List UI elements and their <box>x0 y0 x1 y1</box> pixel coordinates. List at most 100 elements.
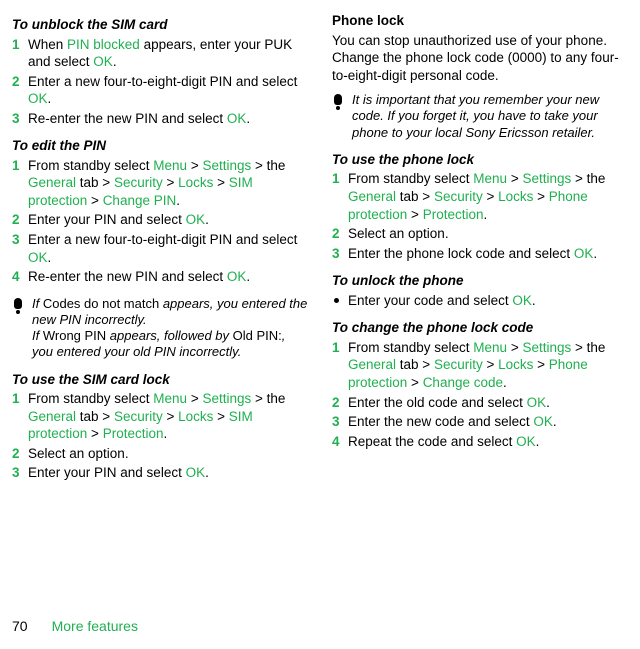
ui-term: Change code <box>423 375 503 390</box>
steps-use-phone-lock: 1 From standby select Menu > Settings > … <box>332 170 628 262</box>
ui-term: Settings <box>202 391 251 406</box>
note-text: It is important that you remember your n… <box>352 92 628 141</box>
note-remember-code: It is important that you remember your n… <box>332 92 628 141</box>
step-text: From standby select Menu > Settings > th… <box>28 158 285 208</box>
step-text: When PIN blocked appears, enter your PUK… <box>28 37 292 70</box>
step-text: Select an option. <box>28 446 129 461</box>
step-text: From standby select Menu > Settings > th… <box>28 391 285 441</box>
step-number: 1 <box>332 170 340 188</box>
ui-term: OK <box>533 414 553 429</box>
step: 3 Enter the phone lock code and select O… <box>332 245 628 263</box>
ui-term: OK <box>227 111 247 126</box>
ui-term: OK <box>186 465 206 480</box>
ui-term: OK <box>186 212 206 227</box>
step-text: Repeat the code and select OK. <box>348 434 539 449</box>
step-text: Enter your PIN and select OK. <box>28 212 209 227</box>
step: 1 From standby select Menu > Settings > … <box>332 170 628 223</box>
ui-term: Change PIN <box>103 193 177 208</box>
ui-term: Menu <box>153 391 187 406</box>
step-text: Select an option. <box>348 226 449 241</box>
bullet-icon <box>334 298 339 303</box>
note-text: If Codes do not match appears, you enter… <box>32 296 308 361</box>
step-number: 2 <box>332 394 340 412</box>
step: 3 Enter a new four-to-eight-digit PIN an… <box>12 231 308 266</box>
ui-term: OK <box>28 250 48 265</box>
info-icon <box>12 296 24 361</box>
step: 4 Repeat the code and select OK. <box>332 433 628 451</box>
ui-term: Protection <box>423 207 484 222</box>
step: 3 Enter the new code and select OK. <box>332 413 628 431</box>
step-number: 1 <box>12 390 20 408</box>
heading-use-phone-lock: To use the phone lock <box>332 151 628 169</box>
heading-sim-lock: To use the SIM card lock <box>12 371 308 389</box>
step-number: 4 <box>332 433 340 451</box>
ui-term: PIN blocked <box>67 37 140 52</box>
right-column: Phone lock You can stop unauthorized use… <box>332 12 628 492</box>
step-number: 3 <box>332 245 340 263</box>
phone-lock-description: You can stop unauthorized use of your ph… <box>332 32 628 85</box>
ui-term: Settings <box>202 158 251 173</box>
step: 1 From standby select Menu > Settings > … <box>12 157 308 210</box>
step-number: 3 <box>12 231 20 249</box>
heading-edit-pin: To edit the PIN <box>12 137 308 155</box>
step: 2 Enter your PIN and select OK. <box>12 211 308 229</box>
left-column: To unblock the SIM card 1 When PIN block… <box>12 12 308 492</box>
step-text: From standby select Menu > Settings > th… <box>348 340 605 390</box>
step-number: 3 <box>12 110 20 128</box>
manual-page: To unblock the SIM card 1 When PIN block… <box>0 0 640 492</box>
ui-term: Protection <box>103 426 164 441</box>
ui-term: Settings <box>522 171 571 186</box>
ui-term: OK <box>516 434 536 449</box>
steps-change-code: 1 From standby select Menu > Settings > … <box>332 339 628 450</box>
ui-term: Security <box>434 357 483 372</box>
step-number: 3 <box>332 413 340 431</box>
ui-term: OK <box>227 269 247 284</box>
ui-term: Menu <box>153 158 187 173</box>
step: 3 Enter your PIN and select OK. <box>12 464 308 482</box>
ui-term: Security <box>434 189 483 204</box>
ui-term: OK <box>28 91 48 106</box>
bullet-step: Enter your code and select OK. <box>332 292 628 310</box>
ui-term: General <box>28 175 76 190</box>
ui-term: General <box>28 409 76 424</box>
heading-unblock-sim: To unblock the SIM card <box>12 16 308 34</box>
ui-term: General <box>348 357 396 372</box>
note-pin-mismatch: If Codes do not match appears, you enter… <box>12 296 308 361</box>
step-number: 1 <box>12 36 20 54</box>
heading-unlock-phone: To unlock the phone <box>332 272 628 290</box>
page-number: 70 <box>12 617 28 635</box>
step-text: Enter your code and select OK. <box>348 293 536 308</box>
step-number: 1 <box>12 157 20 175</box>
step: 2 Enter the old code and select OK. <box>332 394 628 412</box>
step-text: Enter a new four-to-eight-digit PIN and … <box>28 232 297 265</box>
ui-term: OK <box>574 246 594 261</box>
step-text: Enter your PIN and select OK. <box>28 465 209 480</box>
steps-sim-lock: 1 From standby select Menu > Settings > … <box>12 390 308 482</box>
step-text: Re-enter the new PIN and select OK. <box>28 269 250 284</box>
step: 1 From standby select Menu > Settings > … <box>332 339 628 392</box>
step: 3 Re-enter the new PIN and select OK. <box>12 110 308 128</box>
ui-term: Locks <box>498 189 533 204</box>
ui-term: Security <box>114 175 163 190</box>
ui-term: Locks <box>498 357 533 372</box>
ui-term: Locks <box>178 409 213 424</box>
step: 4 Re-enter the new PIN and select OK. <box>12 268 308 286</box>
step: 1 From standby select Menu > Settings > … <box>12 390 308 443</box>
page-footer: 70 More features <box>0 617 138 635</box>
ui-term: OK <box>93 54 113 69</box>
step-number: 2 <box>332 225 340 243</box>
step-text: Enter the phone lock code and select OK. <box>348 246 597 261</box>
step: 2 Select an option. <box>332 225 628 243</box>
steps-edit-pin: 1 From standby select Menu > Settings > … <box>12 157 308 286</box>
step-number: 4 <box>12 268 20 286</box>
ui-term: Locks <box>178 175 213 190</box>
info-icon <box>332 92 344 141</box>
ui-term: OK <box>512 293 532 308</box>
step: 1 When PIN blocked appears, enter your P… <box>12 36 308 71</box>
steps-unblock-sim: 1 When PIN blocked appears, enter your P… <box>12 36 308 128</box>
step-text: Enter the old code and select OK. <box>348 395 550 410</box>
step-number: 3 <box>12 464 20 482</box>
ui-term: Menu <box>473 340 507 355</box>
step: 2 Enter a new four-to-eight-digit PIN an… <box>12 73 308 108</box>
ui-term: OK <box>527 395 547 410</box>
